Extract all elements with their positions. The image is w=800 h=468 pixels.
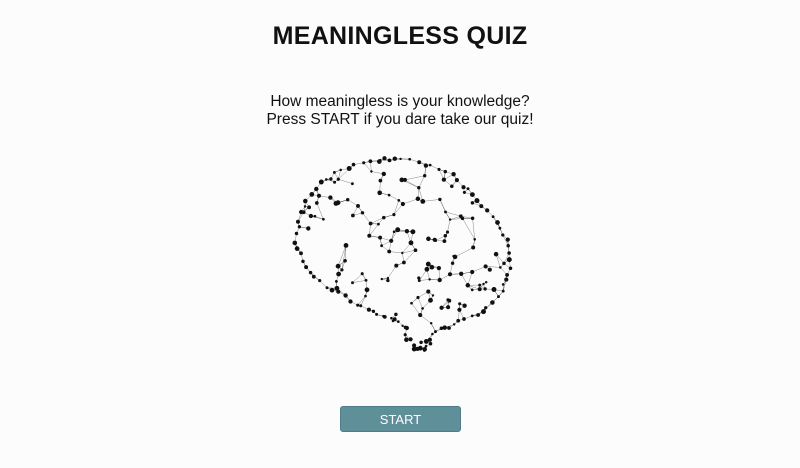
start-button[interactable]: START xyxy=(340,406,461,432)
quiz-start-screen: MEANINGLESS QUIZ How meaningless is your… xyxy=(0,0,800,468)
intro-text: How meaningless is your knowledge? Press… xyxy=(0,93,800,129)
brain-illustration xyxy=(292,156,513,352)
intro-line-1: How meaningless is your knowledge? xyxy=(270,93,530,110)
brain-network-icon xyxy=(270,150,520,355)
intro-line-2: Press START if you dare take our quiz! xyxy=(266,111,534,128)
page-title: MEANINGLESS QUIZ xyxy=(272,22,528,50)
